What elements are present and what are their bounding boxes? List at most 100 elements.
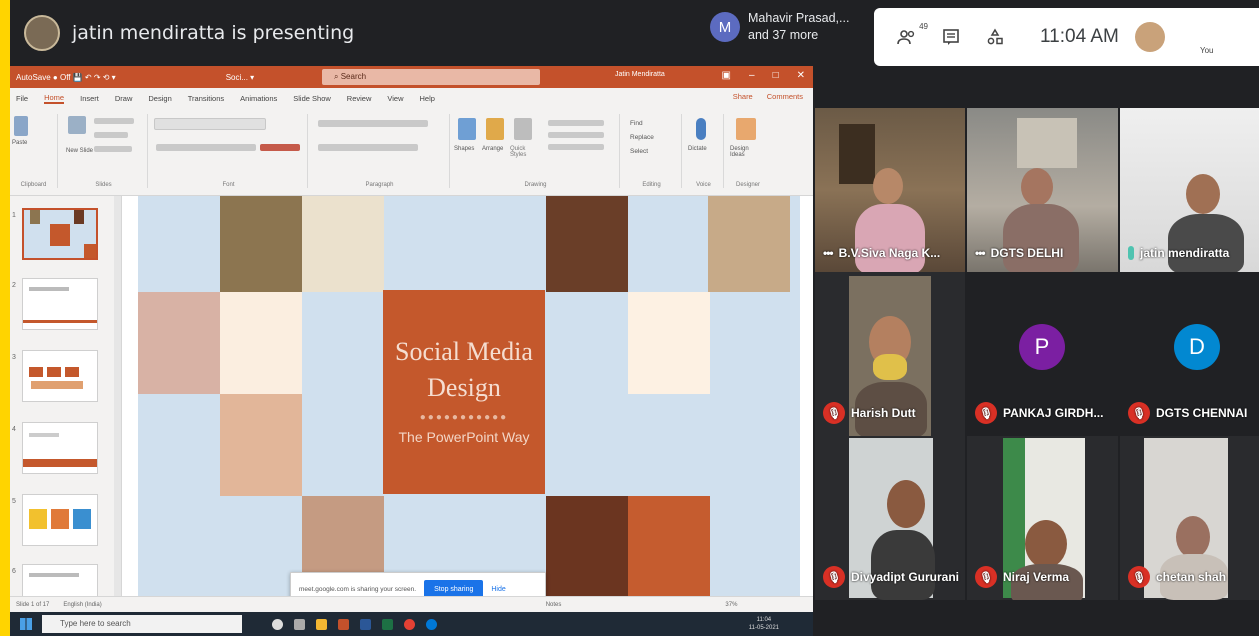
slide-counter: Slide 1 of 17 — [16, 601, 50, 608]
hide-button[interactable]: Hide — [491, 586, 505, 593]
slide-thumbnail-4[interactable] — [22, 422, 98, 474]
slide-thumbnail-5[interactable] — [22, 494, 98, 546]
close-icon[interactable]: ✕ — [797, 70, 805, 81]
participant-tile[interactable]: jatin mendiratta — [1120, 108, 1259, 272]
slide-tile — [302, 196, 384, 292]
more-icon[interactable]: ••• — [975, 246, 986, 260]
reset-button[interactable] — [94, 132, 128, 138]
task-view-icon[interactable] — [294, 618, 305, 630]
slide-tile — [546, 496, 628, 596]
design-ideas-icon[interactable] — [736, 118, 756, 140]
chrome-icon[interactable] — [404, 618, 415, 630]
tab-review[interactable]: Review — [347, 94, 372, 103]
slide-canvas[interactable]: Social Media Design ●●●●●●●●●●● The Powe… — [138, 196, 800, 596]
dictate-label: Dictate — [688, 146, 707, 152]
windows-start-icon[interactable] — [20, 618, 32, 630]
replace-button[interactable]: Replace — [630, 134, 654, 141]
align-buttons[interactable] — [318, 144, 418, 151]
maximize-icon[interactable]: □ — [773, 70, 779, 81]
ribbon-display-icon[interactable]: ▣ — [722, 70, 731, 81]
shapes-icon[interactable] — [458, 118, 476, 140]
group-slides: New Slide Slides — [60, 114, 148, 188]
self-avatar[interactable] — [1134, 22, 1165, 52]
quick-access-toolbar[interactable]: AutoSave ● Off 💾 ↶ ↷ ⟲ ▾ — [16, 73, 116, 82]
section-button[interactable] — [94, 146, 132, 152]
file-explorer-icon[interactable] — [316, 618, 327, 630]
shared-screen: AutoSave ● Off 💾 ↶ ↷ ⟲ ▾ Soci... ▾ ⌕ Sea… — [10, 66, 813, 636]
slide-title-box[interactable]: Social Media Design ●●●●●●●●●●● The Powe… — [383, 290, 545, 494]
shape-fill-button[interactable] — [548, 120, 604, 126]
participant-tile[interactable]: 🎙 chetan shah — [1120, 436, 1259, 600]
mic-off-icon: 🎙 — [823, 566, 845, 588]
group-paragraph: Paragraph — [310, 114, 450, 188]
slide-thumbnail-2[interactable] — [22, 278, 98, 330]
tab-home[interactable]: Home — [44, 93, 65, 104]
tab-design[interactable]: Design — [148, 94, 171, 103]
tab-view[interactable]: View — [387, 94, 403, 103]
participant-name: chetan shah — [1156, 570, 1227, 584]
font-color-button[interactable] — [260, 144, 300, 151]
tab-transitions[interactable]: Transitions — [188, 94, 224, 103]
shapes-label: Shapes — [454, 146, 475, 152]
find-button[interactable]: Find — [630, 120, 643, 127]
participant-tile[interactable]: P 🎙 PANKAJ GIRDH... — [967, 272, 1118, 436]
tab-animations[interactable]: Animations — [240, 94, 277, 103]
tab-insert[interactable]: Insert — [80, 94, 99, 103]
tab-file[interactable]: File — [16, 94, 28, 103]
new-slide-icon[interactable] — [68, 116, 86, 134]
people-icon[interactable]: 49 — [896, 22, 928, 48]
font-format-buttons[interactable] — [156, 144, 256, 151]
participant-tile[interactable]: D 🎙 DGTS CHENNAI — [1120, 272, 1259, 436]
slide-tile — [628, 292, 710, 394]
participant-tile[interactable]: ••• B.V.Siva Naga K... — [815, 108, 965, 272]
slide-thumbnail-6[interactable] — [22, 564, 98, 596]
ppt-user-name[interactable]: Jatin Mendiratta — [615, 71, 665, 78]
quick-styles-icon[interactable] — [514, 118, 532, 140]
more-icon[interactable]: ••• — [823, 246, 834, 260]
cortana-icon[interactable] — [272, 618, 283, 630]
participant-tile[interactable]: 🎙 Niraj Verma — [967, 436, 1118, 600]
chat-icon[interactable] — [940, 26, 962, 48]
word-icon[interactable] — [360, 618, 371, 630]
taskbar-clock[interactable]: 11:04 11-05-2021 — [749, 616, 779, 632]
shape-effects-button[interactable] — [548, 144, 604, 150]
excel-icon[interactable] — [382, 618, 393, 630]
powerpoint-icon[interactable] — [338, 618, 349, 630]
list-buttons[interactable] — [318, 120, 428, 127]
zoom-level[interactable]: 37% — [725, 602, 737, 608]
participant-name-row: 🎙 chetan shah — [1128, 566, 1226, 588]
slide-number: 6 — [12, 568, 16, 575]
file-name[interactable]: Soci... ▾ — [226, 73, 254, 82]
slide-tile — [138, 292, 220, 394]
tab-slide-show[interactable]: Slide Show — [293, 94, 331, 103]
tab-draw[interactable]: Draw — [115, 94, 133, 103]
dictate-icon[interactable] — [696, 118, 706, 140]
comments-button[interactable]: Comments — [767, 92, 803, 101]
select-button[interactable]: Select — [630, 148, 648, 155]
slide-thumbnail-1[interactable] — [22, 208, 98, 260]
design-ideas-label: Design Ideas — [730, 146, 749, 158]
participant-tile[interactable]: ••• DGTS DELHI — [967, 108, 1118, 272]
shape-outline-button[interactable] — [548, 132, 604, 138]
thumbnail-scrollbar[interactable] — [114, 196, 121, 596]
arrange-icon[interactable] — [486, 118, 504, 140]
participants-chip[interactable]: M Mahavir Prasad,... and 37 more — [710, 10, 849, 44]
font-name-input[interactable] — [154, 118, 266, 130]
minimize-icon[interactable]: – — [749, 70, 755, 81]
share-button[interactable]: Share — [733, 92, 753, 101]
participant-tile[interactable]: 🎙 Harish Dutt — [815, 272, 965, 436]
paste-icon[interactable] — [14, 116, 28, 136]
taskbar-search-input[interactable]: Type here to search — [42, 615, 242, 633]
windows-taskbar: Type here to search 11:04 11-05-2021 — [10, 612, 813, 636]
layout-button[interactable] — [94, 118, 134, 124]
slide-thumbnail-3[interactable] — [22, 350, 98, 402]
slide-title: Social Media Design — [383, 334, 545, 406]
participant-tile[interactable]: 🎙 Divyadipt Gururani — [815, 436, 965, 600]
highlight-border — [0, 0, 10, 636]
language-status[interactable]: English (India) — [63, 602, 101, 608]
activities-icon[interactable] — [984, 26, 1006, 48]
edge-icon[interactable] — [426, 618, 437, 630]
notes-button[interactable]: Notes — [546, 602, 562, 608]
ppt-search-input[interactable]: ⌕ Search — [322, 69, 540, 85]
tab-help[interactable]: Help — [420, 94, 435, 103]
